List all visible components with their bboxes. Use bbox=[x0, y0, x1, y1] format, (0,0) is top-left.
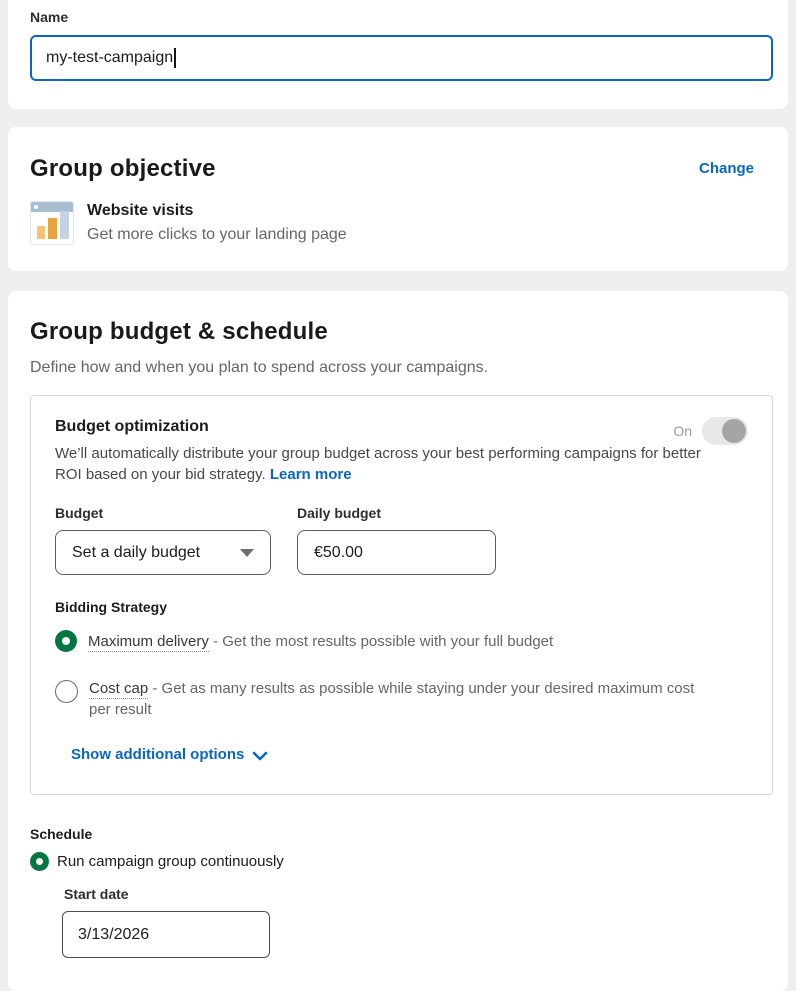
budget-optimization-description: We’ll automatically distribute your grou… bbox=[55, 445, 701, 483]
start-date-value: 3/13/2026 bbox=[78, 926, 149, 944]
start-date-label: Start date bbox=[64, 886, 773, 902]
name-input-value: my-test-campaign bbox=[46, 49, 173, 67]
browser-dot bbox=[34, 205, 38, 209]
run-continuously-label: Run campaign group continuously bbox=[57, 853, 284, 870]
toggle-knob bbox=[722, 419, 746, 443]
daily-budget-label: Daily budget bbox=[297, 505, 496, 521]
budget-optimization-toggle-group: On bbox=[673, 417, 748, 445]
daily-budget-value: €50.00 bbox=[314, 544, 363, 562]
bidding-option-maximum-delivery: Maximum delivery - Get the most results … bbox=[55, 630, 748, 652]
radio-maximum-delivery[interactable] bbox=[55, 630, 77, 652]
maximum-delivery-name[interactable]: Maximum delivery bbox=[88, 633, 209, 652]
budget-optimization-title: Budget optimization bbox=[55, 418, 748, 436]
bidding-option-cost-cap: Cost cap - Get as many results as possib… bbox=[55, 678, 748, 720]
budget-schedule-card: Group budget & schedule Define how and w… bbox=[8, 291, 788, 991]
start-date-input[interactable]: 3/13/2026 bbox=[62, 911, 270, 958]
selected-objective: Website visits Get more clicks to your l… bbox=[30, 200, 773, 246]
radio-cost-cap[interactable] bbox=[55, 680, 78, 703]
maximum-delivery-description: - Get the most results possible with you… bbox=[213, 633, 553, 650]
toggle-state-label: On bbox=[673, 423, 692, 439]
radio-run-continuously[interactable] bbox=[30, 852, 49, 871]
chevron-down-icon bbox=[240, 549, 254, 557]
budget-fields-row: Budget Set a daily budget Daily budget €… bbox=[55, 505, 748, 575]
budget-schedule-subtitle: Define how and when you plan to spend ac… bbox=[30, 359, 773, 377]
daily-budget-input[interactable]: €50.00 bbox=[297, 530, 496, 575]
schedule-option-row: Run campaign group continuously bbox=[30, 852, 773, 871]
budget-type-label: Budget bbox=[55, 505, 271, 521]
objective-description: Get more clicks to your landing page bbox=[87, 224, 347, 246]
learn-more-link[interactable]: Learn more bbox=[270, 466, 352, 483]
budget-type-select[interactable]: Set a daily budget bbox=[55, 530, 271, 575]
text-cursor bbox=[174, 48, 176, 68]
group-objective-card: Group objective Change Website visits Ge… bbox=[8, 127, 788, 271]
chart-bars bbox=[37, 211, 69, 239]
schedule-label: Schedule bbox=[30, 826, 773, 842]
website-bar-chart-icon bbox=[30, 201, 74, 245]
change-objective-link[interactable]: Change bbox=[699, 160, 754, 177]
show-additional-options-label: Show additional options bbox=[71, 746, 244, 763]
budget-schedule-title: Group budget & schedule bbox=[30, 318, 773, 346]
show-additional-options-button[interactable]: Show additional options bbox=[71, 746, 268, 763]
cost-cap-description: - Get as many results as possible while … bbox=[89, 680, 694, 718]
budget-optimization-toggle[interactable] bbox=[702, 417, 748, 445]
campaign-name-card: Name my-test-campaign bbox=[8, 0, 788, 109]
name-label: Name bbox=[30, 9, 773, 25]
group-objective-title: Group objective bbox=[30, 155, 773, 183]
cost-cap-name[interactable]: Cost cap bbox=[89, 680, 148, 699]
budget-type-value: Set a daily budget bbox=[72, 544, 200, 562]
chevron-down-icon bbox=[252, 750, 268, 762]
bidding-strategy-label: Bidding Strategy bbox=[55, 599, 748, 615]
budget-optimization-panel: Budget optimization On We’ll automatical… bbox=[30, 395, 773, 795]
name-input[interactable]: my-test-campaign bbox=[30, 35, 773, 81]
objective-name: Website visits bbox=[87, 200, 347, 222]
